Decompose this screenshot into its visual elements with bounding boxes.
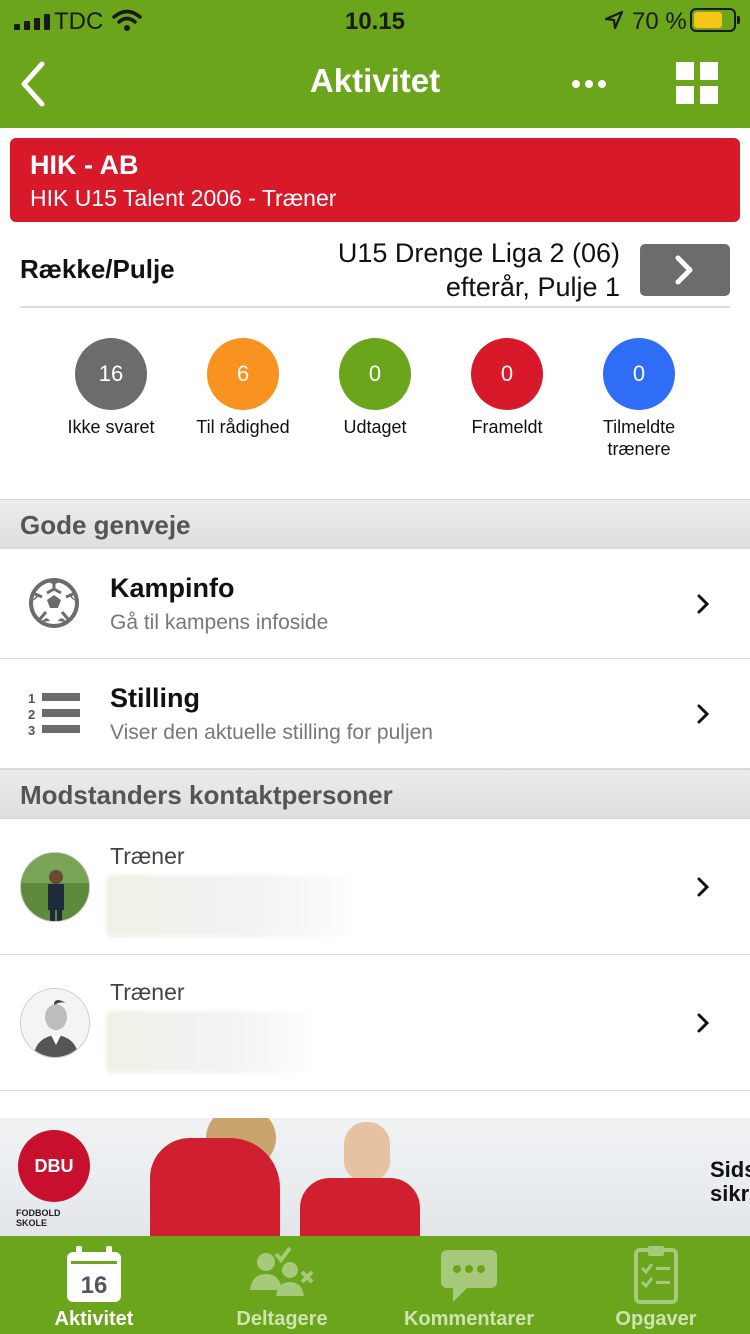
shortcut-kampinfo[interactable]: Kampinfo Gå til kampens infoside [0, 549, 750, 659]
svg-text:16: 16 [81, 1272, 108, 1299]
contact-role: Træner [110, 979, 185, 1005]
shortcut-stilling[interactable]: 1 2 3 Stilling Viser den aktuelle stilli… [0, 659, 750, 769]
pool-value-line1: U15 Drenge Liga 2 (06) [337, 238, 620, 268]
stat-label: Til rådighed [196, 417, 290, 437]
banner-player-image [300, 1178, 420, 1236]
stat-ikke-svaret[interactable]: 16 Ikke svaret [36, 338, 186, 438]
caption-line: SKOLE [16, 1218, 48, 1228]
tab-opgaver[interactable]: Opgaver [562, 1236, 750, 1334]
stat-label: Ikke svaret [67, 417, 155, 437]
response-stats: 16 Ikke svaret 6 Til rådighed 0 Udtaget … [0, 338, 750, 478]
shortcut-title: Kampinfo [110, 573, 235, 603]
tab-label: Deltagere [236, 1308, 328, 1330]
section-title: Modstanders kontaktpersoner [20, 780, 393, 810]
pool-value-line2: efterår, Pulje 1 [445, 272, 620, 302]
contact-name-redacted [106, 875, 354, 937]
stat-tilmeldte-traenere[interactable]: 0 Tilmeldte trænere [564, 338, 714, 460]
match-title: HIK - AB [30, 150, 139, 180]
svg-text:3: 3 [28, 723, 35, 738]
stat-count: 0 [603, 338, 675, 410]
stat-label: Frameldt [471, 417, 543, 437]
calendar-icon: 16 [67, 1246, 121, 1302]
shortcut-subtitle: Viser den aktuelle stilling for puljen [110, 721, 433, 744]
stat-frameldt[interactable]: 0 Frameldt [432, 338, 582, 438]
stat-count: 6 [207, 338, 279, 410]
contact-name-redacted [106, 1011, 312, 1073]
svg-text:1: 1 [28, 691, 35, 706]
avatar-placeholder-icon [20, 988, 90, 1058]
grid-menu-icon[interactable] [676, 62, 718, 104]
soccer-ball-icon [29, 578, 79, 628]
banner-text: Sids sikr [710, 1158, 750, 1206]
match-subtitle: HIK U15 Talent 2006 - Træner [30, 185, 337, 211]
chevron-right-icon [697, 1013, 710, 1033]
ad-banner[interactable]: DBU FODBOLD SKOLE Sids sikr [0, 1118, 750, 1236]
stat-label: Udtaget [343, 417, 407, 437]
more-options-icon[interactable] [572, 70, 612, 98]
stat-count: 0 [471, 338, 543, 410]
pool-label: Række/Pulje [20, 254, 175, 284]
svg-text:2: 2 [28, 707, 35, 722]
nav-bar: TDC 10.15 70 % Aktivitet [0, 0, 750, 128]
tab-label: Opgaver [615, 1308, 697, 1330]
contact-role: Træner [110, 843, 185, 869]
avatar [20, 852, 90, 922]
chevron-right-icon [697, 704, 710, 724]
dbu-logo: DBU [18, 1130, 90, 1202]
section-title: Gode genveje [20, 510, 191, 540]
dbu-logo-caption: FODBOLD SKOLE [16, 1208, 61, 1228]
battery-percentage: 70 % [632, 8, 687, 35]
contact-row[interactable]: Træner [0, 819, 750, 955]
stat-udtaget[interactable]: 0 Udtaget [300, 338, 450, 438]
stat-count: 16 [75, 338, 147, 410]
pool-open-button[interactable] [640, 244, 730, 296]
pool-row: Række/Pulje U15 Drenge Liga 2 (06) efter… [20, 236, 730, 308]
tab-deltagere[interactable]: Deltagere [188, 1236, 376, 1334]
stat-label: Tilmeldte trænere [602, 417, 676, 459]
ranked-list-icon: 1 2 3 [28, 691, 80, 738]
chevron-right-icon [697, 594, 710, 614]
tab-bar: 16 Aktivitet Deltagere Kommentarer Opgav… [0, 1236, 750, 1334]
comments-icon [441, 1250, 497, 1302]
section-header-shortcuts: Gode genveje [0, 499, 750, 549]
tab-label: Kommentarer [403, 1308, 535, 1330]
stat-count: 0 [339, 338, 411, 410]
contact-row[interactable]: Træner [0, 955, 750, 1091]
tab-aktivitet[interactable]: 16 Aktivitet [0, 1236, 188, 1334]
section-header-opponent-contacts: Modstanders kontaktpersoner [0, 769, 750, 819]
banner-player-image [150, 1138, 280, 1236]
tab-label: Aktivitet [54, 1308, 134, 1330]
banner-text-line: Sids [710, 1157, 750, 1182]
chevron-right-icon [697, 877, 710, 897]
participants-icon [250, 1246, 314, 1296]
match-header-card: HIK - AB HIK U15 Talent 2006 - Træner [10, 138, 740, 222]
stat-til-raadighed[interactable]: 6 Til rådighed [168, 338, 318, 438]
clipboard-icon [634, 1246, 678, 1304]
location-arrow-icon [604, 10, 624, 30]
page-title: Aktivitet [309, 62, 441, 99]
battery-icon [690, 8, 740, 32]
shortcut-subtitle: Gå til kampens infoside [110, 611, 329, 634]
tab-kommentarer[interactable]: Kommentarer [375, 1236, 563, 1334]
shortcut-title: Stilling [110, 683, 200, 713]
pool-value: U15 Drenge Liga 2 (06) efterår, Pulje 1 [220, 236, 620, 304]
status-bar: TDC 10.15 70 % [0, 0, 750, 42]
banner-text-line: sikr [710, 1181, 750, 1206]
caption-line: FODBOLD [16, 1208, 61, 1218]
chevron-right-icon [675, 255, 693, 285]
